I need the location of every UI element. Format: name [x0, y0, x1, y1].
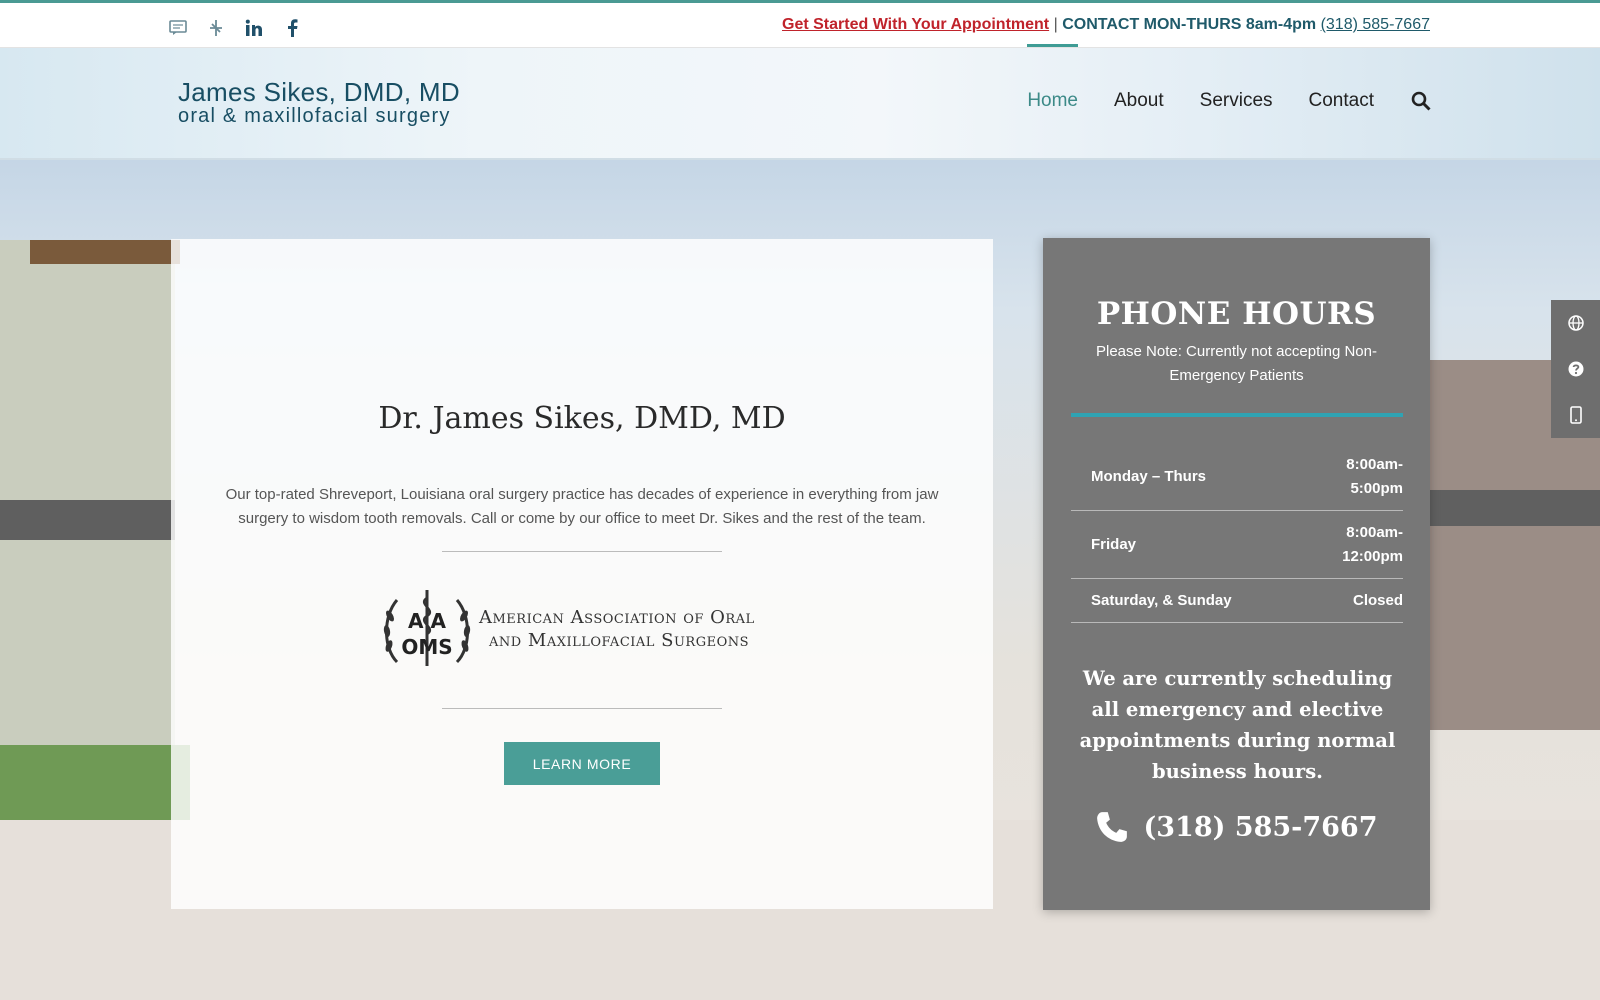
doctor-title: Dr. James Sikes, DMD, MD: [378, 401, 786, 436]
nav-contact[interactable]: Contact: [1309, 90, 1374, 112]
panel-phone-number: (318) 585-7667: [1143, 811, 1378, 843]
main-nav: Home About Services Contact: [991, 44, 1432, 112]
side-widget: [1551, 300, 1600, 438]
search-icon[interactable]: [1410, 90, 1432, 112]
hours-time: Closed: [1352, 591, 1403, 609]
building-left-awning: [0, 500, 175, 540]
chat-icon[interactable]: [168, 18, 188, 38]
contact-hours-label: CONTACT MON-THURS 8am-4pm: [1062, 16, 1317, 33]
phone-hours-title: PHONE HOURS: [1096, 296, 1377, 332]
social-links: [168, 18, 302, 38]
practice-description: Our top-rated Shreveport, Louisiana oral…: [225, 486, 939, 527]
hours-row: Monday – Thurs 8:00am- 5:00pm: [1071, 443, 1403, 511]
logo-name: James Sikes, DMD, MD: [178, 77, 460, 107]
top-contact: Get Started With Your Appointment | CONT…: [782, 16, 1430, 34]
aaoms-emblem-icon: A A OMS: [383, 590, 471, 666]
hours-row: Friday 8:00am- 12:00pm: [1071, 511, 1403, 579]
aaoms-line-2: and Maxillofacial Surgeons: [489, 630, 750, 651]
facebook-icon[interactable]: [282, 18, 302, 38]
globe-icon[interactable]: [1551, 300, 1600, 346]
patient-note: Please Note: Currently not accepting Non…: [1096, 343, 1377, 384]
aaoms-logo: A A OMS American Association of Oral and…: [381, 584, 783, 674]
divider-top: [442, 551, 722, 552]
hours-day: Monday – Thurs: [1091, 468, 1207, 485]
learn-more-button[interactable]: LEARN MORE: [504, 742, 660, 785]
aaoms-line-1: American Association of Oral: [479, 607, 755, 628]
emblem-text-top: A A: [408, 609, 446, 633]
site-header: James Sikes, DMD, MD oral & maxillofacia…: [0, 44, 1600, 160]
intro-card: Dr. James Sikes, DMD, MD Our top-rated S…: [171, 239, 993, 909]
hours-time: 8:00am- 5:00pm: [1346, 453, 1403, 501]
top-bar: Get Started With Your Appointment | CONT…: [0, 0, 1600, 48]
hours-table: Monday – Thurs 8:00am- 5:00pm Friday 8:0…: [1071, 443, 1403, 623]
top-phone-link[interactable]: (318) 585-7667: [1321, 16, 1430, 33]
hours-row: Saturday, & Sunday Closed: [1071, 579, 1403, 623]
lawn-image: [0, 745, 190, 825]
hours-day: Friday: [1091, 536, 1137, 553]
contact-separator: |: [1053, 16, 1058, 33]
logo-tagline: oral & maxillofacial surgery: [178, 105, 451, 127]
divider-bottom: [442, 708, 722, 709]
linkedin-icon[interactable]: [244, 18, 264, 38]
hours-time-start: 8:00am-: [1346, 455, 1403, 473]
emblem-text-bottom: OMS: [401, 635, 452, 659]
hours-day: Saturday, & Sunday: [1091, 592, 1232, 609]
hours-time-start: 8:00am-: [1346, 523, 1403, 541]
site-logo[interactable]: James Sikes, DMD, MD oral & maxillofacia…: [178, 78, 460, 126]
mobile-icon[interactable]: [1551, 392, 1600, 438]
building-right-awning: [1420, 490, 1600, 526]
nav-about[interactable]: About: [1114, 90, 1164, 112]
yelp-icon[interactable]: [206, 18, 226, 38]
aaoms-name: American Association of Oral and Maxillo…: [479, 606, 755, 652]
scheduling-notice: We are currently scheduling all emergenc…: [1079, 667, 1396, 783]
hours-time-end: 5:00pm: [1350, 479, 1403, 497]
panel-accent-bar: [1071, 413, 1403, 417]
hours-time: 8:00am- 12:00pm: [1342, 521, 1403, 569]
nav-home[interactable]: Home: [1027, 44, 1078, 112]
phone-icon: [1097, 812, 1128, 842]
appointment-link[interactable]: Get Started With Your Appointment: [782, 16, 1049, 33]
question-icon[interactable]: [1551, 346, 1600, 392]
call-phone-link[interactable]: (318) 585-7667: [1043, 810, 1430, 844]
nav-services[interactable]: Services: [1200, 90, 1273, 112]
phone-hours-panel: PHONE HOURS Please Note: Currently not a…: [1043, 238, 1430, 910]
building-left-roof: [30, 240, 180, 264]
hours-time-end: 12:00pm: [1342, 547, 1403, 565]
